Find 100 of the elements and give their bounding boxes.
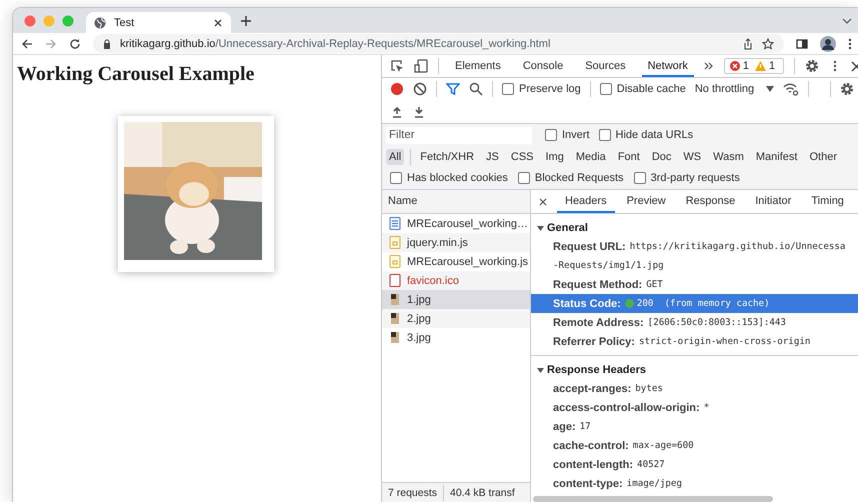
- checkbox[interactable]: [545, 129, 557, 141]
- request-row[interactable]: jquery.min.js: [382, 233, 530, 252]
- record-icon[interactable]: [390, 82, 404, 96]
- device-icon[interactable]: [414, 59, 428, 73]
- settings-icon[interactable]: [805, 59, 820, 73]
- scrollbar-thumb[interactable]: [533, 496, 773, 502]
- header-row[interactable]: age: 17: [531, 417, 858, 436]
- header-value: 17: [580, 421, 591, 432]
- checkbox-label[interactable]: Blocked Requests: [534, 172, 624, 184]
- request-row[interactable]: MREcarousel_working.js: [382, 252, 530, 271]
- checkbox[interactable]: [598, 129, 611, 141]
- search-icon[interactable]: [469, 82, 483, 96]
- checkbox[interactable]: [518, 172, 530, 184]
- header-row[interactable]: Status Code: 200 (from memory cache): [531, 294, 858, 313]
- checkbox-label[interactable]: Preserve log: [519, 83, 581, 95]
- more-tabs-icon[interactable]: [704, 61, 714, 71]
- panel-tab[interactable]: Sources: [579, 55, 632, 77]
- plus-icon[interactable]: [240, 14, 252, 26]
- checkbox[interactable]: [600, 83, 612, 95]
- inspect-icon[interactable]: [390, 59, 404, 73]
- url-text: kritikagarg.github.io/Unnecessary-Archival-Replay-Requests/MREcarousel_working.html: [120, 38, 550, 50]
- header-row[interactable]: Referrer Policy: strict-origin-when-cross-origin: [531, 332, 858, 351]
- type-filter[interactable]: CSS: [508, 148, 536, 164]
- side-panel-icon[interactable]: [796, 38, 808, 50]
- header-name: Status Code:: [553, 298, 621, 310]
- panel-tab[interactable]: Network: [642, 55, 694, 77]
- script-file-icon: [389, 236, 401, 249]
- back-icon[interactable]: [21, 38, 33, 50]
- type-filter[interactable]: All: [386, 148, 404, 164]
- clear-icon[interactable]: [413, 82, 427, 96]
- type-filter[interactable]: Wasm: [710, 148, 747, 164]
- issues-counter[interactable]: 1 1: [724, 58, 784, 74]
- network-conditions-icon[interactable]: [783, 82, 800, 96]
- type-filter[interactable]: WS: [680, 148, 704, 164]
- download-icon[interactable]: [414, 106, 424, 118]
- checkbox[interactable]: [634, 172, 646, 184]
- header-row[interactable]: Request URL: https://kritikagarg.github.io/Unnecessa: [531, 237, 858, 256]
- globe-icon: [94, 16, 106, 28]
- header-row[interactable]: content-type: image/jpeg: [531, 474, 858, 493]
- panel-tab[interactable]: Console: [516, 55, 570, 77]
- header-row[interactable]: accept-ranges: bytes: [531, 379, 858, 398]
- header-row[interactable]: Request Method: GET: [531, 275, 858, 294]
- error-count: 1: [742, 60, 750, 72]
- type-filter[interactable]: Fetch/XHR: [417, 148, 478, 164]
- close-icon[interactable]: [539, 198, 547, 206]
- browser-tab[interactable]: Test: [86, 12, 231, 33]
- filter-field[interactable]: Filter: [386, 126, 532, 144]
- address-field[interactable]: kritikagarg.github.io/Unnecessary-Archival-Replay-Requests/MREcarousel_working.html: [93, 34, 784, 53]
- upload-icon[interactable]: [392, 106, 402, 118]
- header-row[interactable]: cache-control: max-age=600: [531, 436, 858, 455]
- checkbox[interactable]: [502, 83, 514, 95]
- file-icon: [389, 274, 401, 287]
- header-row[interactable]: access-control-allow-origin: *: [531, 398, 858, 417]
- request-row[interactable]: MREcarousel_working…: [382, 214, 530, 233]
- detail-tab[interactable]: Headers: [557, 190, 615, 213]
- detail-tab[interactable]: Initiator: [747, 190, 800, 213]
- filter-icon[interactable]: [446, 82, 460, 96]
- tab-title: Test: [114, 16, 136, 28]
- checkbox-label[interactable]: Invert: [562, 129, 590, 141]
- detail-tab[interactable]: Response: [678, 190, 744, 213]
- type-filter[interactable]: Font: [614, 148, 643, 164]
- request-row[interactable]: 1.jpg: [382, 290, 530, 309]
- request-row[interactable]: 2.jpg: [382, 309, 530, 328]
- header-row[interactable]: content-length: 40527: [531, 455, 858, 474]
- star-icon[interactable]: [762, 38, 774, 50]
- section-header[interactable]: General: [531, 219, 858, 237]
- chevron-down-icon[interactable]: [842, 16, 852, 24]
- close-icon[interactable]: [213, 18, 223, 28]
- header-value: -Requests/img1/1.jpg: [552, 259, 665, 273]
- checkbox-label[interactable]: Has blocked cookies: [407, 172, 508, 184]
- header-value: *: [704, 402, 710, 413]
- detail-tab[interactable]: Timing: [803, 190, 852, 213]
- more-icon[interactable]: [833, 60, 838, 72]
- type-filter[interactable]: Img: [542, 148, 567, 164]
- header-row[interactable]: Remote Address: [2606:50c0:8003::153]:443: [531, 313, 858, 332]
- more-icon[interactable]: [848, 38, 852, 50]
- detail-tab[interactable]: Preview: [618, 190, 674, 213]
- image-thumbnail-icon: [389, 331, 401, 344]
- warning-icon: [755, 61, 766, 71]
- reload-icon[interactable]: [69, 38, 81, 50]
- request-row[interactable]: 3.jpg: [382, 328, 530, 347]
- type-filter[interactable]: Other: [806, 148, 840, 164]
- header-name: content-type:: [553, 478, 623, 490]
- type-filter[interactable]: Manifest: [752, 148, 800, 164]
- column-header[interactable]: Name: [382, 190, 530, 214]
- request-row[interactable]: favicon.ico: [382, 271, 530, 290]
- share-icon[interactable]: [743, 38, 753, 50]
- type-filter[interactable]: Media: [572, 148, 609, 164]
- avatar-icon[interactable]: [820, 36, 836, 52]
- section-header[interactable]: Response Headers: [531, 361, 858, 379]
- checkbox[interactable]: [390, 172, 402, 184]
- checkbox-label[interactable]: Disable cache: [616, 83, 686, 95]
- header-name: age:: [553, 420, 576, 432]
- panel-tab[interactable]: Elements: [449, 55, 507, 77]
- settings-icon[interactable]: [840, 82, 854, 96]
- type-filter[interactable]: JS: [483, 148, 502, 164]
- throttling-dropdown[interactable]: No throttling: [694, 83, 774, 95]
- type-filter[interactable]: Doc: [648, 148, 674, 164]
- checkbox-label[interactable]: Hide data URLs: [616, 129, 694, 141]
- checkbox-label[interactable]: 3rd-party requests: [650, 172, 740, 184]
